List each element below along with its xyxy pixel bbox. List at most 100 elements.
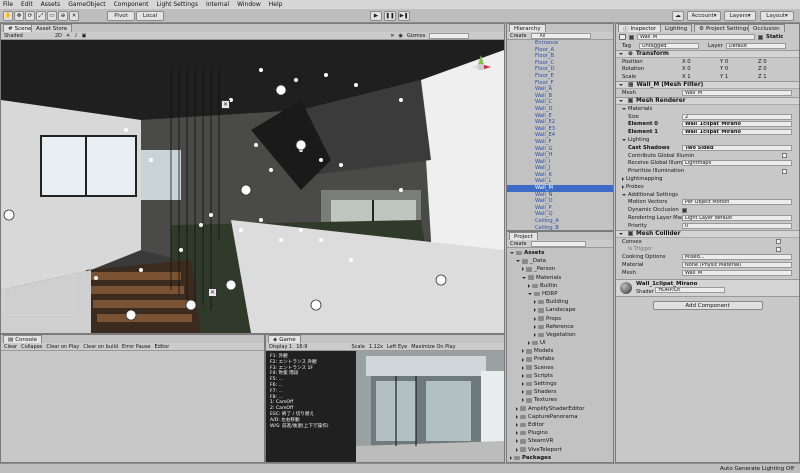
expand-arrow-icon[interactable] (534, 324, 536, 329)
material-preview[interactable]: Wall_1clipat_Mirano Shader HDRP/Lit (616, 278, 799, 297)
expand-arrow-icon[interactable] (522, 390, 524, 395)
hierarchy-item[interactable]: Wall_P (507, 205, 613, 212)
editor-dropdown[interactable]: Editor (155, 344, 170, 350)
tab-asset-store[interactable]: Asset Store (31, 24, 73, 32)
expand-arrow-icon[interactable] (522, 373, 524, 378)
project-folder[interactable]: CapturePanorama (510, 413, 613, 421)
project-folder[interactable]: _Data (510, 257, 613, 265)
hierarchy-item[interactable]: Wall_M (507, 185, 613, 192)
collapse-toggle[interactable]: Collapse (21, 344, 42, 350)
tab-hierarchy[interactable]: Hierarchy (509, 24, 546, 32)
tab-inspector[interactable]: ⓘ Inspector (618, 24, 662, 33)
play-button[interactable]: ▶ (370, 11, 382, 21)
active-checkbox[interactable] (629, 34, 634, 40)
project-folder[interactable]: ViveTeleport (510, 446, 613, 454)
eye-dropdown[interactable]: Left Eye (387, 344, 407, 350)
probes-row[interactable]: Probes (616, 183, 799, 191)
transform-tool-button[interactable]: ⊕ (58, 11, 68, 21)
expand-arrow-icon[interactable] (522, 357, 524, 362)
project-create-button[interactable]: Create (510, 241, 527, 247)
mesh-collider-enabled[interactable] (628, 231, 633, 237)
tab-project-settings[interactable]: ⚙ Project Settings (694, 24, 755, 32)
lightmapping-row[interactable]: Lightmapping (616, 175, 799, 183)
materials-row[interactable]: Materials (616, 105, 799, 113)
expand-arrow-icon[interactable] (510, 252, 514, 255)
project-folder[interactable]: Shaders (510, 388, 613, 396)
account-dropdown[interactable]: Account ▾ (687, 11, 721, 21)
aspect-dropdown[interactable]: 16:9 (296, 344, 307, 350)
size-field[interactable]: 2 (682, 113, 792, 120)
hierarchy-item[interactable]: Wall_L (507, 178, 613, 185)
expand-arrow-icon[interactable] (534, 316, 536, 321)
project-folder[interactable]: HDRP (510, 290, 613, 298)
pause-button[interactable]: ❚❚ (384, 11, 396, 21)
project-folder[interactable]: Builtin (510, 282, 613, 290)
local-toggle[interactable]: Local (136, 11, 164, 21)
menu-edit[interactable]: Edit (21, 1, 33, 8)
menu-light-settings[interactable]: Light Settings (156, 1, 198, 8)
reflection-probe-icon[interactable]: ✕ (221, 100, 230, 109)
custom-tool-button[interactable]: ✕ (69, 11, 79, 21)
mesh-filter-field[interactable]: Wall_M (682, 90, 792, 97)
project-folder[interactable]: Settings (510, 380, 613, 388)
hierarchy-item[interactable]: Wall_B (507, 93, 613, 100)
rotate-tool-button[interactable]: ⟳ (25, 11, 35, 21)
transform-header[interactable]: ⊕ Transform (616, 49, 799, 58)
scale-tool-button[interactable]: ⤢ (36, 11, 46, 21)
scene-search-input[interactable] (429, 32, 470, 39)
project-folder[interactable]: Scenes (510, 364, 613, 372)
hierarchy-item[interactable]: Wall_D (507, 106, 613, 113)
tab-project[interactable]: Project (509, 232, 538, 240)
shader-dropdown[interactable]: HDRP/Lit (655, 286, 726, 293)
hierarchy-item[interactable]: Floor_F (507, 80, 613, 87)
shaded-dropdown[interactable]: Shaded (4, 33, 23, 39)
collider-material-field[interactable]: None (Physic Material) (682, 262, 792, 269)
layer-dropdown[interactable]: Default (725, 42, 786, 49)
scene-viewport[interactable]: ✕ ✕ (1, 40, 504, 333)
add-component-button[interactable]: Add Component (652, 300, 763, 310)
hierarchy-item[interactable]: Wall_N (507, 192, 613, 199)
reflection-probe-icon[interactable]: ✕ (208, 288, 217, 297)
expand-arrow-icon[interactable] (534, 300, 536, 305)
expand-arrow-icon[interactable] (516, 439, 518, 444)
expand-arrow-icon[interactable] (516, 414, 518, 419)
hierarchy-item[interactable]: Floor_A (507, 47, 613, 54)
rect-tool-button[interactable]: ▭ (47, 11, 57, 21)
expand-arrow-icon[interactable] (522, 398, 524, 403)
expand-arrow-icon[interactable] (528, 293, 532, 296)
clear-on-play-toggle[interactable]: Clear on Play (46, 344, 79, 350)
prioritize-checkbox[interactable] (782, 168, 787, 174)
pivot-toggle[interactable]: Pivot (107, 11, 135, 21)
hierarchy-item[interactable]: Wall_K (507, 172, 613, 179)
element0-field[interactable]: Wall_1clipat_Mirano (682, 121, 792, 128)
is-trigger-checkbox[interactable] (776, 246, 781, 252)
priority-field[interactable]: 0 (682, 222, 792, 229)
console-log[interactable] (1, 351, 264, 462)
lighting-row[interactable]: Lighting (616, 136, 799, 144)
layers-dropdown[interactable]: Layers ▾ (724, 11, 756, 21)
expand-arrow-icon[interactable] (522, 365, 524, 370)
console-clear-button[interactable]: Clear (4, 344, 17, 350)
collider-mesh-field[interactable]: Wall_M (682, 269, 792, 276)
convex-checkbox[interactable] (776, 239, 781, 245)
project-folder[interactable]: Packages (510, 454, 613, 461)
project-folder[interactable]: _Person (510, 265, 613, 273)
contribute-gi-checkbox[interactable] (782, 153, 787, 159)
tab-console[interactable]: ▤ Console (3, 335, 43, 343)
hierarchy-item[interactable]: Wall_E2 (507, 119, 613, 126)
expand-arrow-icon[interactable] (522, 276, 526, 279)
project-folder[interactable]: Prefabs (510, 355, 613, 363)
layout-dropdown[interactable]: Layout ▾ (760, 11, 794, 21)
project-folder[interactable]: Scripts (510, 372, 613, 380)
receive-gi-dropdown[interactable]: Lightmaps (682, 160, 792, 167)
expand-arrow-icon[interactable] (528, 341, 530, 346)
tab-occlusion[interactable]: Occlusion (748, 24, 785, 32)
object-name-field[interactable]: Wall_M (637, 34, 755, 40)
hierarchy-item[interactable]: Wall_C (507, 99, 613, 106)
hierarchy-item[interactable]: Wall_Q (507, 211, 613, 218)
cooking-dropdown[interactable]: Mixed... (682, 254, 792, 261)
hierarchy-item[interactable]: Floor_D (507, 66, 613, 73)
error-pause-toggle[interactable]: Error Pause (122, 344, 150, 350)
hand-tool-button[interactable]: ✋ (3, 11, 13, 21)
hierarchy-item[interactable]: Wall_G (507, 146, 613, 153)
